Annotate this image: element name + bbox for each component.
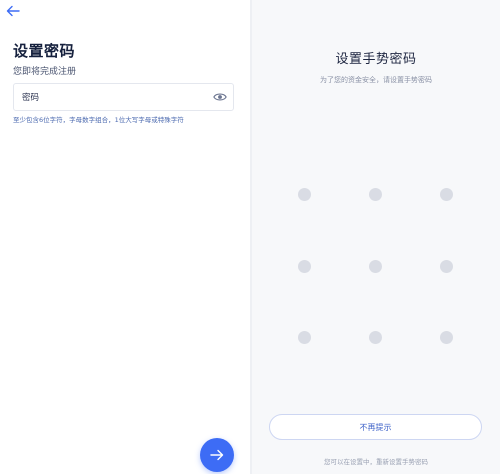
gesture-dot[interactable] [297,259,311,273]
password-hint: 至少包含6位字符，字母数字组合，1位大写字母或特殊字符 [13,116,184,124]
next-button[interactable] [200,438,234,472]
gesture-pattern-grid[interactable] [252,0,500,474]
gesture-dot[interactable] [439,330,453,344]
page-subtitle: 您即将完成注册 [13,67,77,77]
gesture-dot[interactable] [368,187,382,201]
eye-icon[interactable] [213,91,227,103]
gesture-dot[interactable] [439,259,453,273]
dont-remind-button[interactable]: 不再提示 [269,414,482,440]
back-button[interactable] [4,3,22,19]
gesture-dot[interactable] [297,330,311,344]
page-title: 设置密码 [13,42,76,60]
footer-note: 您可以在设置中，重新设置手势密码 [324,458,428,466]
gesture-dot[interactable] [368,330,382,344]
arrow-left-icon [6,5,20,17]
gesture-dot[interactable] [439,187,453,201]
arrow-right-icon [210,449,224,461]
gesture-dot[interactable] [368,259,382,273]
password-input[interactable] [22,90,202,106]
gesture-dot[interactable] [297,187,311,201]
password-field [13,83,234,111]
